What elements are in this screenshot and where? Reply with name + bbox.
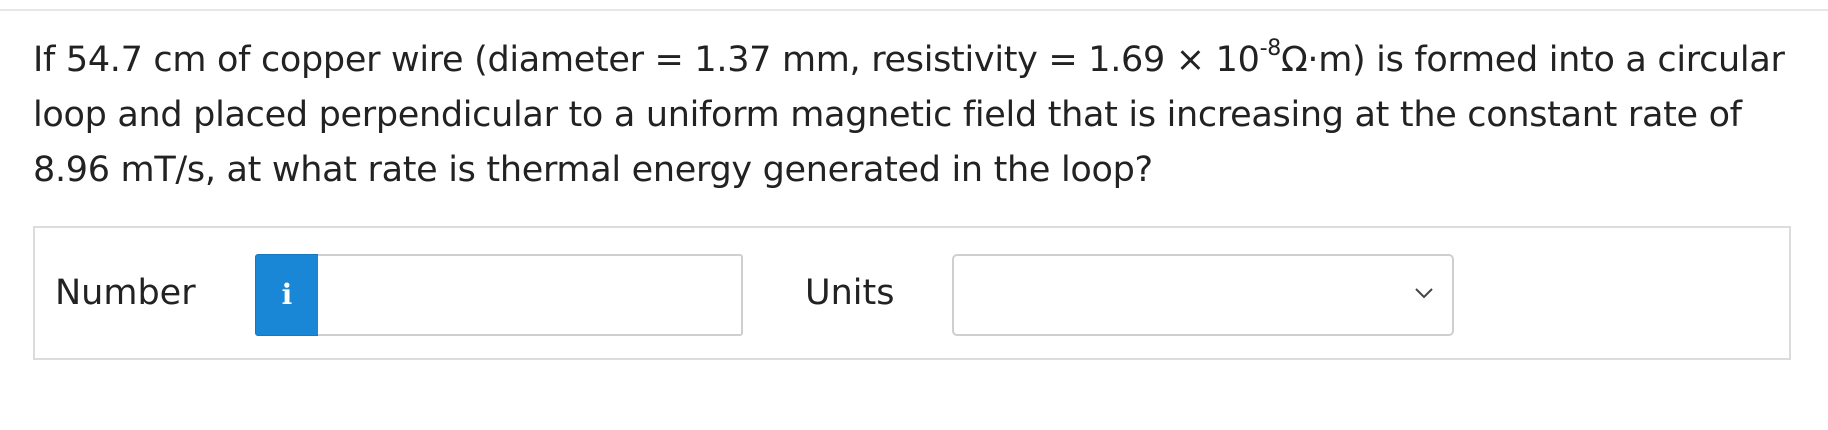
question-text-part1: If 54.7 cm of copper wire (diameter = 1.… [33, 40, 1260, 80]
top-divider [0, 9, 1828, 11]
units-dropdown[interactable] [952, 254, 1454, 336]
question-exponent: -8 [1259, 36, 1282, 62]
info-icon: i [281, 278, 293, 311]
units-label: Units [805, 273, 895, 313]
number-input[interactable] [318, 254, 743, 336]
info-button[interactable]: i [255, 254, 319, 336]
chevron-down-icon [1415, 288, 1433, 299]
number-label: Number [55, 273, 196, 313]
question-text: If 54.7 cm of copper wire (diameter = 1.… [33, 33, 1803, 198]
answer-panel: Number i Units [33, 226, 1791, 360]
